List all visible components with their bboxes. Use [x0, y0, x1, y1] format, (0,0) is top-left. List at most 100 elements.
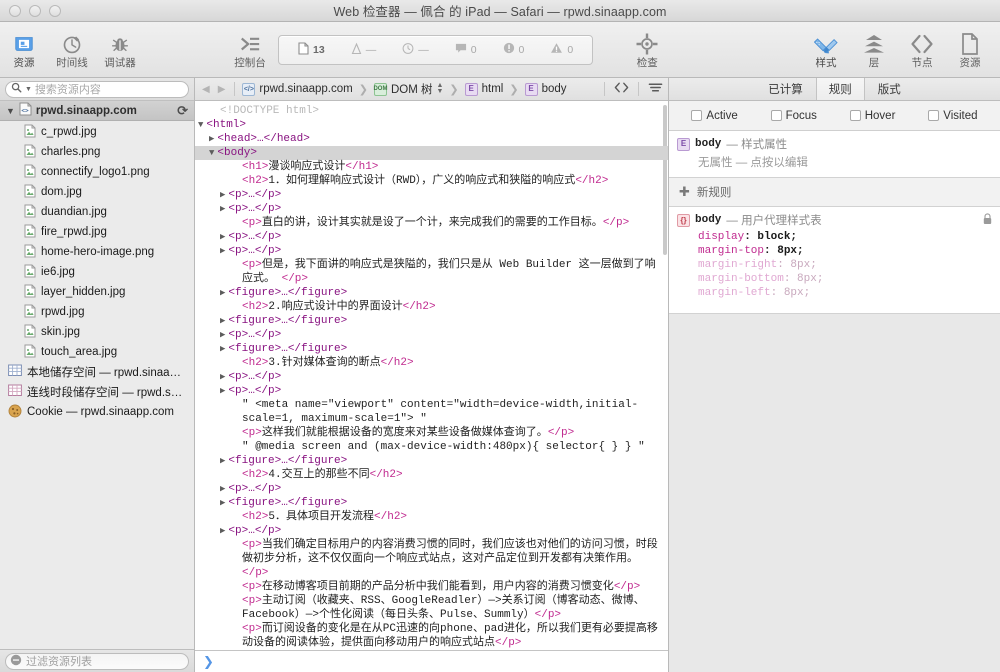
status-download-size[interactable]: — [338, 42, 390, 58]
console-prompt-bar[interactable]: ❯ [195, 650, 668, 672]
list-item[interactable]: layer_hidden.jpg [0, 282, 194, 302]
breadcrumb-item-domtree[interactable]: DOM DOM 树 ▲▼ [374, 81, 443, 97]
list-item[interactable]: dom.jpg [0, 182, 194, 202]
style-declaration[interactable]: margin-bottom: 8px; [698, 272, 992, 286]
dom-tree-row[interactable]: " <meta name="viewport" content="width=d… [195, 398, 668, 426]
breadcrumb-item-frame[interactable]: </> rpwd.sinaapp.com [242, 83, 352, 96]
declaration-value[interactable]: : 8px; [771, 287, 811, 299]
list-item-session-storage[interactable]: 连线时段储存空间 — rpwd.s… [0, 382, 194, 402]
dom-tree-row[interactable]: <h2>4.交互上的那些不同</h2> [195, 468, 668, 482]
disclosure-triangle-icon[interactable]: ▼ [6, 106, 15, 116]
dom-tree-row[interactable]: ▶<p>…</p> [195, 482, 668, 496]
toolbar-button-debugger[interactable]: 调试器 [96, 22, 144, 77]
toolbar-button-timeline[interactable]: 时间线 [48, 22, 96, 77]
dom-tree-row[interactable]: ▼<body> [195, 146, 668, 160]
checkbox[interactable] [691, 110, 702, 121]
checkbox[interactable] [850, 110, 861, 121]
dom-tree-row[interactable]: <p>主动订阅（收藏夹、RSS、GoogleReadler）—>关系订阅（博客动… [195, 594, 668, 622]
dom-tree-row[interactable]: ▶<figure>…</figure> [195, 286, 668, 300]
dom-tree-row[interactable]: ▶<p>…</p> [195, 188, 668, 202]
dom-tree-row[interactable]: <h2>2.响应式设计中的界面设计</h2> [195, 300, 668, 314]
status-resource-count[interactable]: 13 [285, 42, 338, 58]
dom-tree-row[interactable]: <p>但是，我下面讲的响应式是狭隘的，我们只是从 Web Builder 这一层… [195, 258, 668, 286]
dom-tree-row[interactable]: <h2>3.针对媒体查询的断点</h2> [195, 356, 668, 370]
style-declaration[interactable]: margin-top: 8px; [698, 244, 992, 258]
style-declaration[interactable]: margin-left: 8px; [698, 286, 992, 300]
list-item[interactable]: rpwd.jpg [0, 302, 194, 322]
dom-tree-row[interactable]: <p>这样我们就能根据设备的宽度来对某些设备做媒体查询了。</p> [195, 426, 668, 440]
dom-tree-row[interactable]: ▶<figure>…</figure> [195, 314, 668, 328]
dom-tree-row[interactable]: ▶<figure>…</figure> [195, 454, 668, 468]
dom-tree-row[interactable]: ▶<figure>…</figure> [195, 496, 668, 510]
pseudo-active[interactable]: Active [691, 110, 737, 122]
dom-tree-row[interactable]: ▶<figure>…</figure> [195, 342, 668, 356]
dom-tree-row[interactable]: <h2>5．具体项目开发流程</h2> [195, 510, 668, 524]
style-rule-inline[interactable]: E body — 样式属性 无属性 — 点按以编辑 [669, 131, 1000, 178]
window-controls[interactable] [0, 5, 61, 17]
stepper-icon[interactable]: ▲▼ [436, 83, 443, 95]
search-input[interactable]: ▼ 搜索资源内容 [5, 81, 189, 98]
dom-tree-row[interactable]: <h1>漫谈响应式设计</h1> [195, 160, 668, 174]
search-dropdown-icon[interactable]: ▼ [25, 86, 32, 93]
dom-tree[interactable]: <!DOCTYPE html>▼<html>▶<head>…</head>▼<b… [195, 101, 668, 650]
source-code-icon[interactable] [614, 81, 629, 97]
filter-lines-icon[interactable] [648, 81, 663, 97]
list-item[interactable]: connectify_logo1.png [0, 162, 194, 182]
status-error-count[interactable]: 0 [490, 42, 538, 57]
dom-tree-row[interactable]: <p>在移动博客项目前期的产品分析中我们能看到，用户内容的消费习惯变化</p> [195, 580, 668, 594]
back-arrow-icon[interactable]: ◀ [200, 84, 212, 95]
list-item[interactable]: charles.png [0, 142, 194, 162]
breadcrumb-item-body[interactable]: E body [525, 83, 567, 96]
checkbox[interactable] [771, 110, 782, 121]
dom-tree-row[interactable]: <p>当我们确定目标用户的内容消费习惯的同时，我们应该也对他们的访问习惯，时段做… [195, 538, 668, 580]
dom-tree-row[interactable]: " @media screen and (max-device-width:48… [195, 440, 668, 454]
style-declaration[interactable]: display: block; [698, 230, 992, 244]
style-rule-selector[interactable]: body [695, 138, 721, 150]
dom-tree-row[interactable]: <!DOCTYPE html> [195, 104, 668, 118]
forward-arrow-icon[interactable]: ▶ [216, 84, 228, 95]
list-item[interactable]: home-hero-image.png [0, 242, 194, 262]
pseudo-hover[interactable]: Hover [850, 110, 896, 122]
pseudo-focus[interactable]: Focus [771, 110, 817, 122]
toolbar-button-console[interactable]: 控制台 [222, 22, 278, 77]
toolbar-button-resources[interactable]: 资源 [0, 22, 48, 77]
status-indicator-box[interactable]: 13 — — 0 [278, 35, 593, 65]
dom-tree-row[interactable]: ▶<p>…</p> [195, 524, 668, 538]
dom-tree-row[interactable]: ▶<p>…</p> [195, 370, 668, 384]
list-item[interactable]: skin.jpg [0, 322, 194, 342]
toolbar-button-inspect[interactable]: 检查 [623, 22, 671, 77]
declaration-value[interactable]: : block; [744, 231, 797, 243]
dom-tree-row[interactable]: ▶<p>…</p> [195, 202, 668, 216]
status-log-count[interactable]: 0 [442, 42, 490, 57]
zoom-button[interactable] [49, 5, 61, 17]
toolbar-button-node[interactable]: 节点 [898, 22, 946, 77]
pseudo-visited[interactable]: Visited [928, 110, 977, 122]
tab-computed[interactable]: 已计算 [755, 78, 816, 100]
status-load-time[interactable]: — [389, 42, 442, 58]
list-item[interactable]: fire_rpwd.jpg [0, 222, 194, 242]
tab-rules[interactable]: 规则 [816, 78, 865, 100]
filter-minus-icon[interactable] [10, 654, 22, 669]
dom-tree-row[interactable]: ▶<p>…</p> [195, 230, 668, 244]
list-item[interactable]: ie6.jpg [0, 262, 194, 282]
list-item[interactable]: touch_area.jpg [0, 342, 194, 362]
reload-icon[interactable]: ⟳ [177, 103, 188, 119]
sidebar-frame-header[interactable]: ▼ <> rpwd.sinaapp.com ⟳ [0, 101, 194, 121]
toolbar-button-styles[interactable]: 样式 [802, 22, 850, 77]
toolbar-button-resource[interactable]: 资源 [946, 22, 994, 77]
list-item[interactable]: c_rpwd.jpg [0, 122, 194, 142]
minimize-button[interactable] [29, 5, 41, 17]
breadcrumb-item-html[interactable]: E html [465, 83, 504, 96]
list-item-local-storage[interactable]: 本地储存空间 — rpwd.sinaa… [0, 362, 194, 382]
filter-input[interactable]: 过滤资源列表 [5, 653, 189, 670]
new-rule-button[interactable]: ✚ 新规则 [669, 178, 1000, 207]
declaration-value[interactable]: : 8px; [764, 245, 804, 257]
checkbox[interactable] [928, 110, 939, 121]
style-rule-user-agent[interactable]: {} body — 用户代理样式表 display: block;margin-… [669, 207, 1000, 314]
dom-tree-row[interactable]: <p>直白的讲，设计其实就是设了一个计，来完成我们的需要的工作目标。</p> [195, 216, 668, 230]
list-item[interactable]: duandian.jpg [0, 202, 194, 222]
close-button[interactable] [9, 5, 21, 17]
dom-tree-row[interactable]: ▼<html> [195, 118, 668, 132]
declaration-value[interactable]: : 8px; [784, 273, 824, 285]
dom-tree-row[interactable]: ▶<p>…</p> [195, 384, 668, 398]
